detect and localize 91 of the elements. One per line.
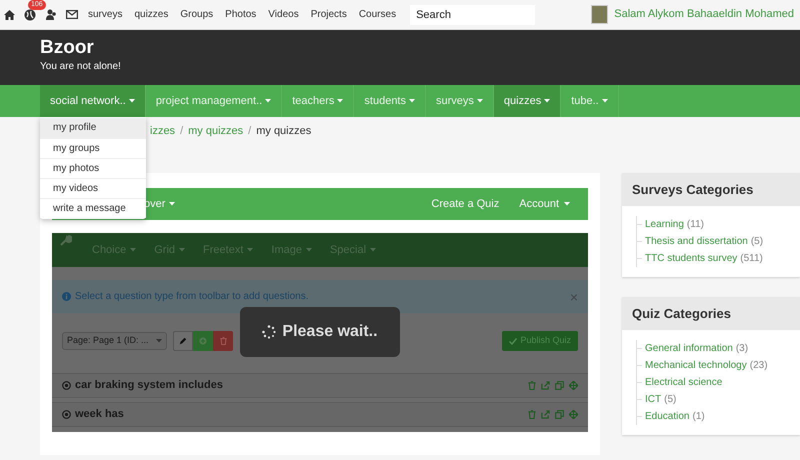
move-icon[interactable] bbox=[569, 410, 578, 419]
category-count: (11) bbox=[686, 218, 704, 232]
top-nav-link[interactable]: Groups bbox=[180, 7, 214, 22]
card-heading: Quiz Categories bbox=[622, 297, 800, 330]
trash-icon bbox=[220, 337, 226, 345]
radio-icon[interactable] bbox=[62, 410, 71, 419]
people-icon[interactable] bbox=[45, 9, 57, 20]
nav-tab[interactable]: students bbox=[354, 85, 426, 117]
caret-icon bbox=[409, 99, 415, 103]
category-link[interactable]: Education bbox=[645, 409, 690, 424]
category-count: (23) bbox=[750, 359, 768, 373]
nav-tab[interactable]: project management.. bbox=[146, 85, 282, 117]
category-link[interactable]: Electrical science bbox=[645, 375, 722, 390]
category-link[interactable]: ICT bbox=[645, 392, 662, 407]
breadcrumb-separator: / bbox=[180, 124, 184, 139]
move-icon[interactable] bbox=[569, 381, 578, 390]
caret-icon bbox=[169, 202, 176, 206]
category-count: (1) bbox=[692, 410, 705, 424]
caret-icon bbox=[156, 339, 162, 343]
page-select[interactable]: Page: Page 1 (ID: ... bbox=[62, 332, 167, 350]
copy-icon[interactable] bbox=[555, 381, 564, 390]
caret-icon bbox=[306, 248, 312, 252]
nav-tab[interactable]: teachers bbox=[282, 85, 354, 117]
category-count: (5) bbox=[664, 393, 676, 407]
edit-button[interactable] bbox=[173, 331, 193, 351]
category-link[interactable]: Thesis and dissertation bbox=[645, 234, 748, 249]
nav-tab[interactable]: tube.. bbox=[561, 85, 619, 117]
caret-icon bbox=[179, 248, 186, 252]
top-nav-link[interactable]: Projects bbox=[310, 7, 347, 22]
dropdown-item[interactable]: my photos bbox=[40, 158, 146, 178]
top-nav-link[interactable]: Videos bbox=[268, 7, 299, 22]
card-heading: Surveys Categories bbox=[622, 173, 800, 206]
globe-icon[interactable] bbox=[24, 8, 36, 20]
breadcrumb-current: my quizzes bbox=[256, 124, 312, 139]
caret-icon bbox=[370, 248, 376, 252]
breadcrumb-link[interactable]: my quizzes bbox=[188, 122, 244, 140]
top-nav-link[interactable]: quizzes bbox=[134, 7, 168, 22]
site-tagline: You are not alone! bbox=[40, 60, 122, 74]
question-row[interactable]: car braking system includes bbox=[52, 373, 588, 398]
share-icon[interactable] bbox=[541, 381, 550, 390]
trash-icon[interactable] bbox=[528, 381, 536, 390]
category-count: (5) bbox=[750, 235, 764, 249]
caret-icon bbox=[265, 99, 272, 103]
question-title: week has bbox=[75, 407, 124, 422]
category-link[interactable]: Mechanical technology bbox=[645, 358, 747, 373]
delete-page-button[interactable] bbox=[213, 331, 233, 351]
dropdown-item[interactable]: my groups bbox=[40, 138, 146, 158]
caret-icon bbox=[247, 248, 254, 252]
check-icon[interactable] bbox=[509, 338, 518, 344]
dropdown-item[interactable]: write a message bbox=[40, 198, 146, 218]
spinner-icon bbox=[262, 325, 276, 339]
home-icon[interactable] bbox=[4, 10, 15, 20]
caret-icon bbox=[602, 99, 608, 103]
question-title: car braking system includes bbox=[75, 378, 223, 394]
breadcrumb-link[interactable]: izzes bbox=[150, 122, 176, 140]
dropdown-item[interactable]: my profile bbox=[40, 118, 146, 138]
caret-icon bbox=[337, 99, 344, 103]
caret-icon bbox=[476, 99, 483, 103]
wrench-icon[interactable] bbox=[60, 234, 72, 246]
caret-icon bbox=[128, 99, 135, 103]
plus-circle-icon bbox=[199, 337, 207, 345]
search-field[interactable]: Search bbox=[410, 4, 536, 24]
breadcrumb-separator: / bbox=[248, 124, 252, 139]
envelope-icon[interactable] bbox=[66, 10, 78, 19]
alert-text: Select a question type from toolbar to add questions. bbox=[75, 290, 308, 304]
loading-text: Please wait.. bbox=[282, 322, 378, 342]
category-count: (3) bbox=[736, 342, 748, 356]
category-link[interactable]: General information bbox=[645, 341, 733, 356]
caret-icon bbox=[544, 99, 550, 103]
question-row[interactable]: week has bbox=[52, 402, 588, 427]
pencil-icon bbox=[179, 337, 187, 345]
quiz-nav-link[interactable]: Create a Quiz bbox=[431, 196, 500, 212]
quiz-nav-link[interactable]: Account bbox=[519, 196, 570, 212]
dropdown-item[interactable]: my videos bbox=[40, 178, 146, 198]
copy-icon[interactable] bbox=[555, 410, 564, 419]
site-title[interactable]: Bzoor bbox=[40, 36, 800, 60]
caret-icon bbox=[130, 248, 136, 252]
top-nav-link[interactable]: Courses bbox=[358, 7, 396, 22]
share-icon[interactable] bbox=[541, 410, 550, 419]
info-icon bbox=[62, 292, 71, 301]
avatar-photo-placeholder bbox=[591, 5, 608, 24]
top-nav-link[interactable]: surveys bbox=[88, 7, 122, 22]
trash-icon[interactable] bbox=[528, 410, 536, 419]
user-name-link[interactable]: Salam Alykom Bahaaeldin Mohamed bbox=[614, 6, 794, 23]
top-nav-link[interactable]: Photos bbox=[225, 7, 256, 22]
category-link[interactable]: TTC students survey bbox=[645, 251, 738, 266]
nav-tab[interactable]: quizzes bbox=[494, 85, 562, 117]
nav-tab[interactable]: social network.. bbox=[40, 85, 146, 117]
category-link[interactable]: Learning bbox=[645, 217, 684, 232]
radio-icon[interactable] bbox=[62, 381, 71, 390]
category-count: (511) bbox=[740, 252, 763, 266]
